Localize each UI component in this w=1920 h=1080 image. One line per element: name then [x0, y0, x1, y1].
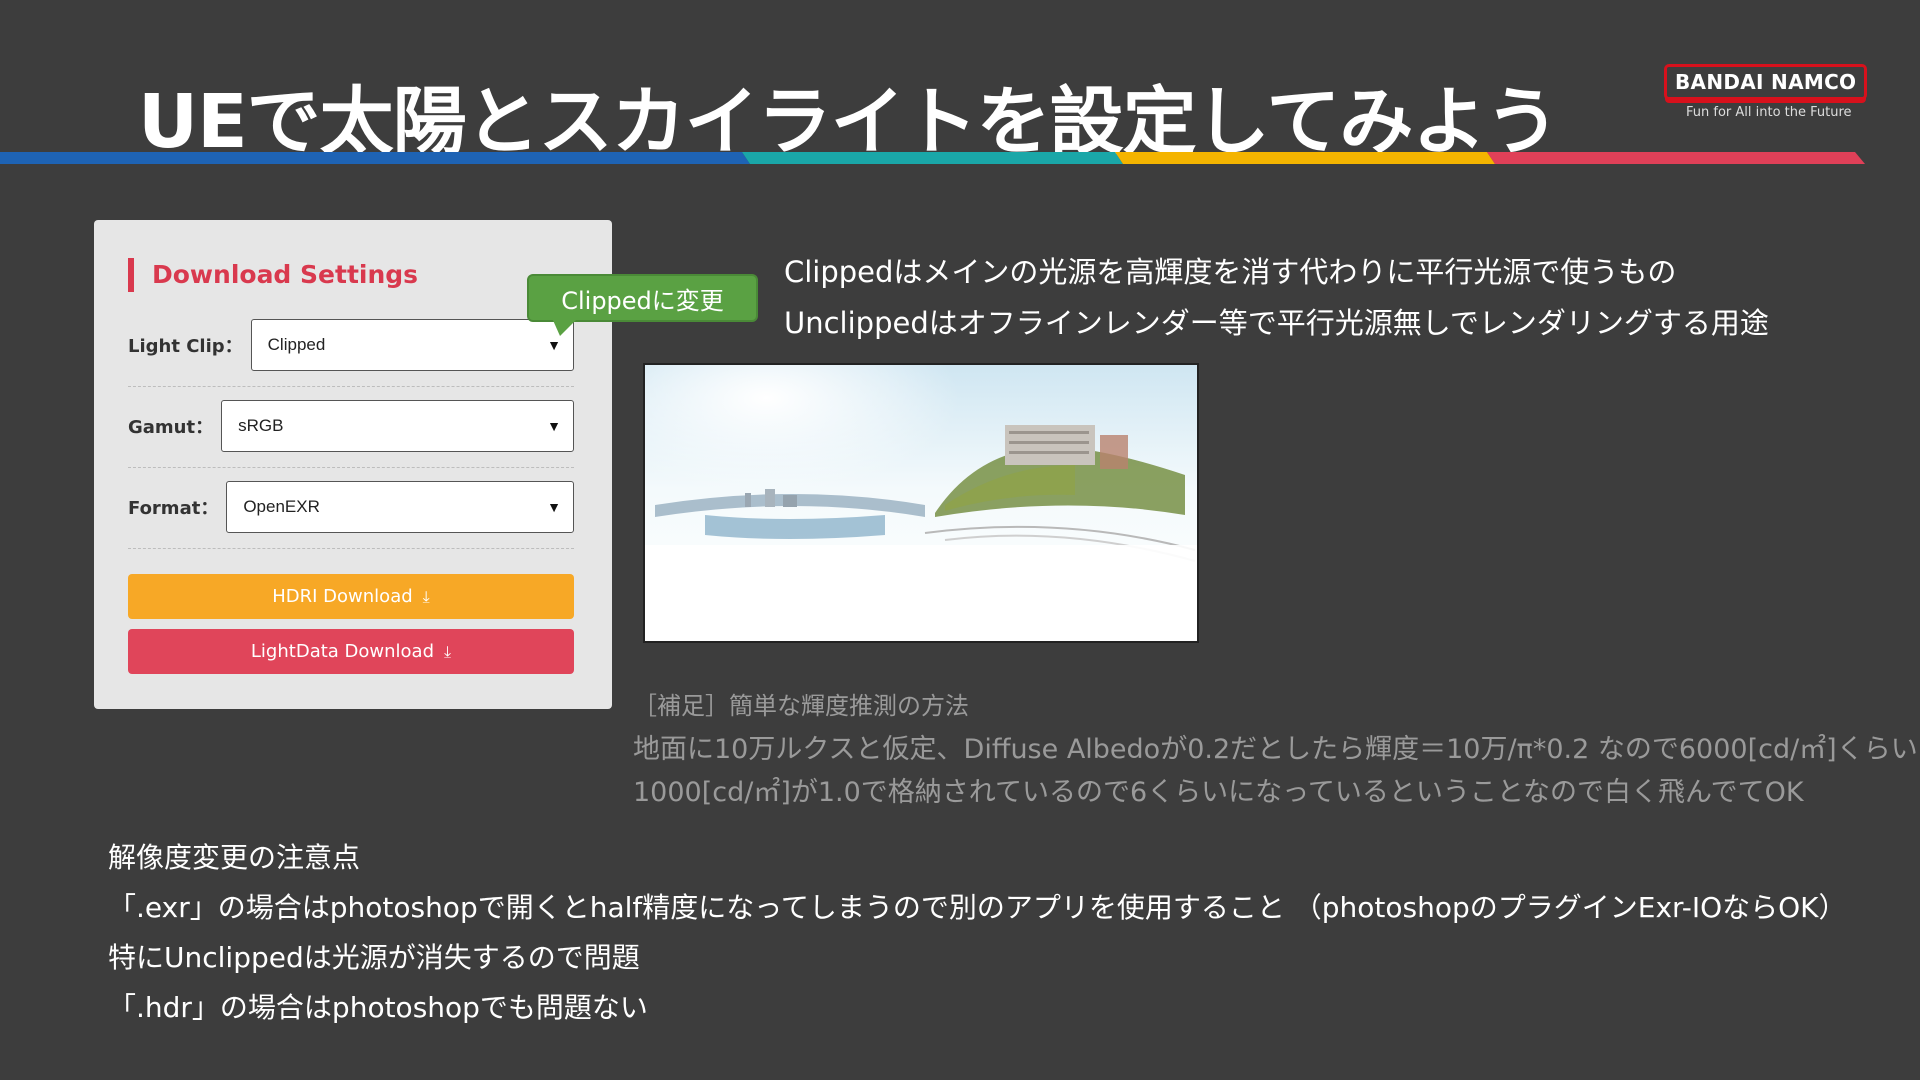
unclipped-note: Unclippedはオフラインレンダー等で平行光源無しでレンダリングする用途: [784, 306, 1769, 340]
chevron-down-icon: ▼: [547, 337, 561, 353]
format-label: Format：: [128, 498, 219, 519]
title-underline-stripe: [0, 152, 1865, 164]
light-clip-value: Clipped: [267, 335, 326, 354]
panel-title: Download Settings: [128, 258, 418, 292]
resolution-heading: 解像度変更の注意点: [108, 841, 361, 874]
supplement-heading: ［補足］簡単な輝度推測の方法: [633, 692, 969, 720]
gamut-select[interactable]: sRGB ▼: [221, 400, 574, 452]
light-clip-row: Light Clip： Clipped ▼: [128, 317, 574, 373]
callout-bubble: Clippedに変更: [527, 274, 758, 322]
download-icon: ⤓: [422, 586, 430, 606]
hdri-panorama-image: [643, 363, 1199, 643]
supplement-line-1: 地面に10万ルクスと仮定、Diffuse Albedoが0.2だとしたら輝度＝1…: [633, 734, 1918, 765]
resolution-line-2: 特にUnclippedは光源が消失するので問題: [108, 941, 640, 974]
format-row: Format： OpenEXR ▼: [128, 479, 574, 535]
download-icon: ⤓: [444, 641, 452, 661]
resolution-line-3: 「.hdr」の場合はphotoshopでも問題ない: [108, 991, 648, 1024]
lightdata-download-button[interactable]: LightData Download ⤓: [128, 629, 574, 674]
logo-brand: BANDAI NAMCO: [1664, 64, 1868, 100]
gamut-row: Gamut： sRGB ▼: [128, 398, 574, 454]
chevron-down-icon: ▼: [547, 499, 561, 515]
gamut-value: sRGB: [238, 416, 284, 435]
hdri-download-label: HDRI Download: [272, 586, 413, 607]
format-select[interactable]: OpenEXR ▼: [226, 481, 574, 533]
format-value: OpenEXR: [243, 497, 320, 516]
divider: [128, 386, 574, 387]
clipped-note: Clippedはメインの光源を高輝度を消す代わりに平行光源で使うもの: [784, 255, 1677, 289]
hdri-download-button[interactable]: HDRI Download ⤓: [128, 574, 574, 619]
divider: [128, 548, 574, 549]
divider: [128, 467, 574, 468]
lightdata-download-label: LightData Download: [250, 641, 434, 662]
light-clip-label: Light Clip：: [128, 336, 243, 357]
resolution-line-1: 「.exr」の場合はphotoshopで開くとhalf精度になってしまうので別の…: [108, 891, 1847, 924]
bandai-namco-logo: BANDAI NAMCO Fun for All into the Future: [1664, 64, 1868, 120]
logo-tagline: Fun for All into the Future: [1686, 105, 1852, 120]
chevron-down-icon: ▼: [547, 418, 561, 434]
gamut-label: Gamut：: [128, 417, 214, 438]
supplement-line-2: 1000[cd/㎡]が1.0で格納されているので6くらいになっているということな…: [633, 777, 1804, 808]
callout-tail: [552, 318, 578, 336]
light-clip-select[interactable]: Clipped ▼: [250, 319, 574, 371]
